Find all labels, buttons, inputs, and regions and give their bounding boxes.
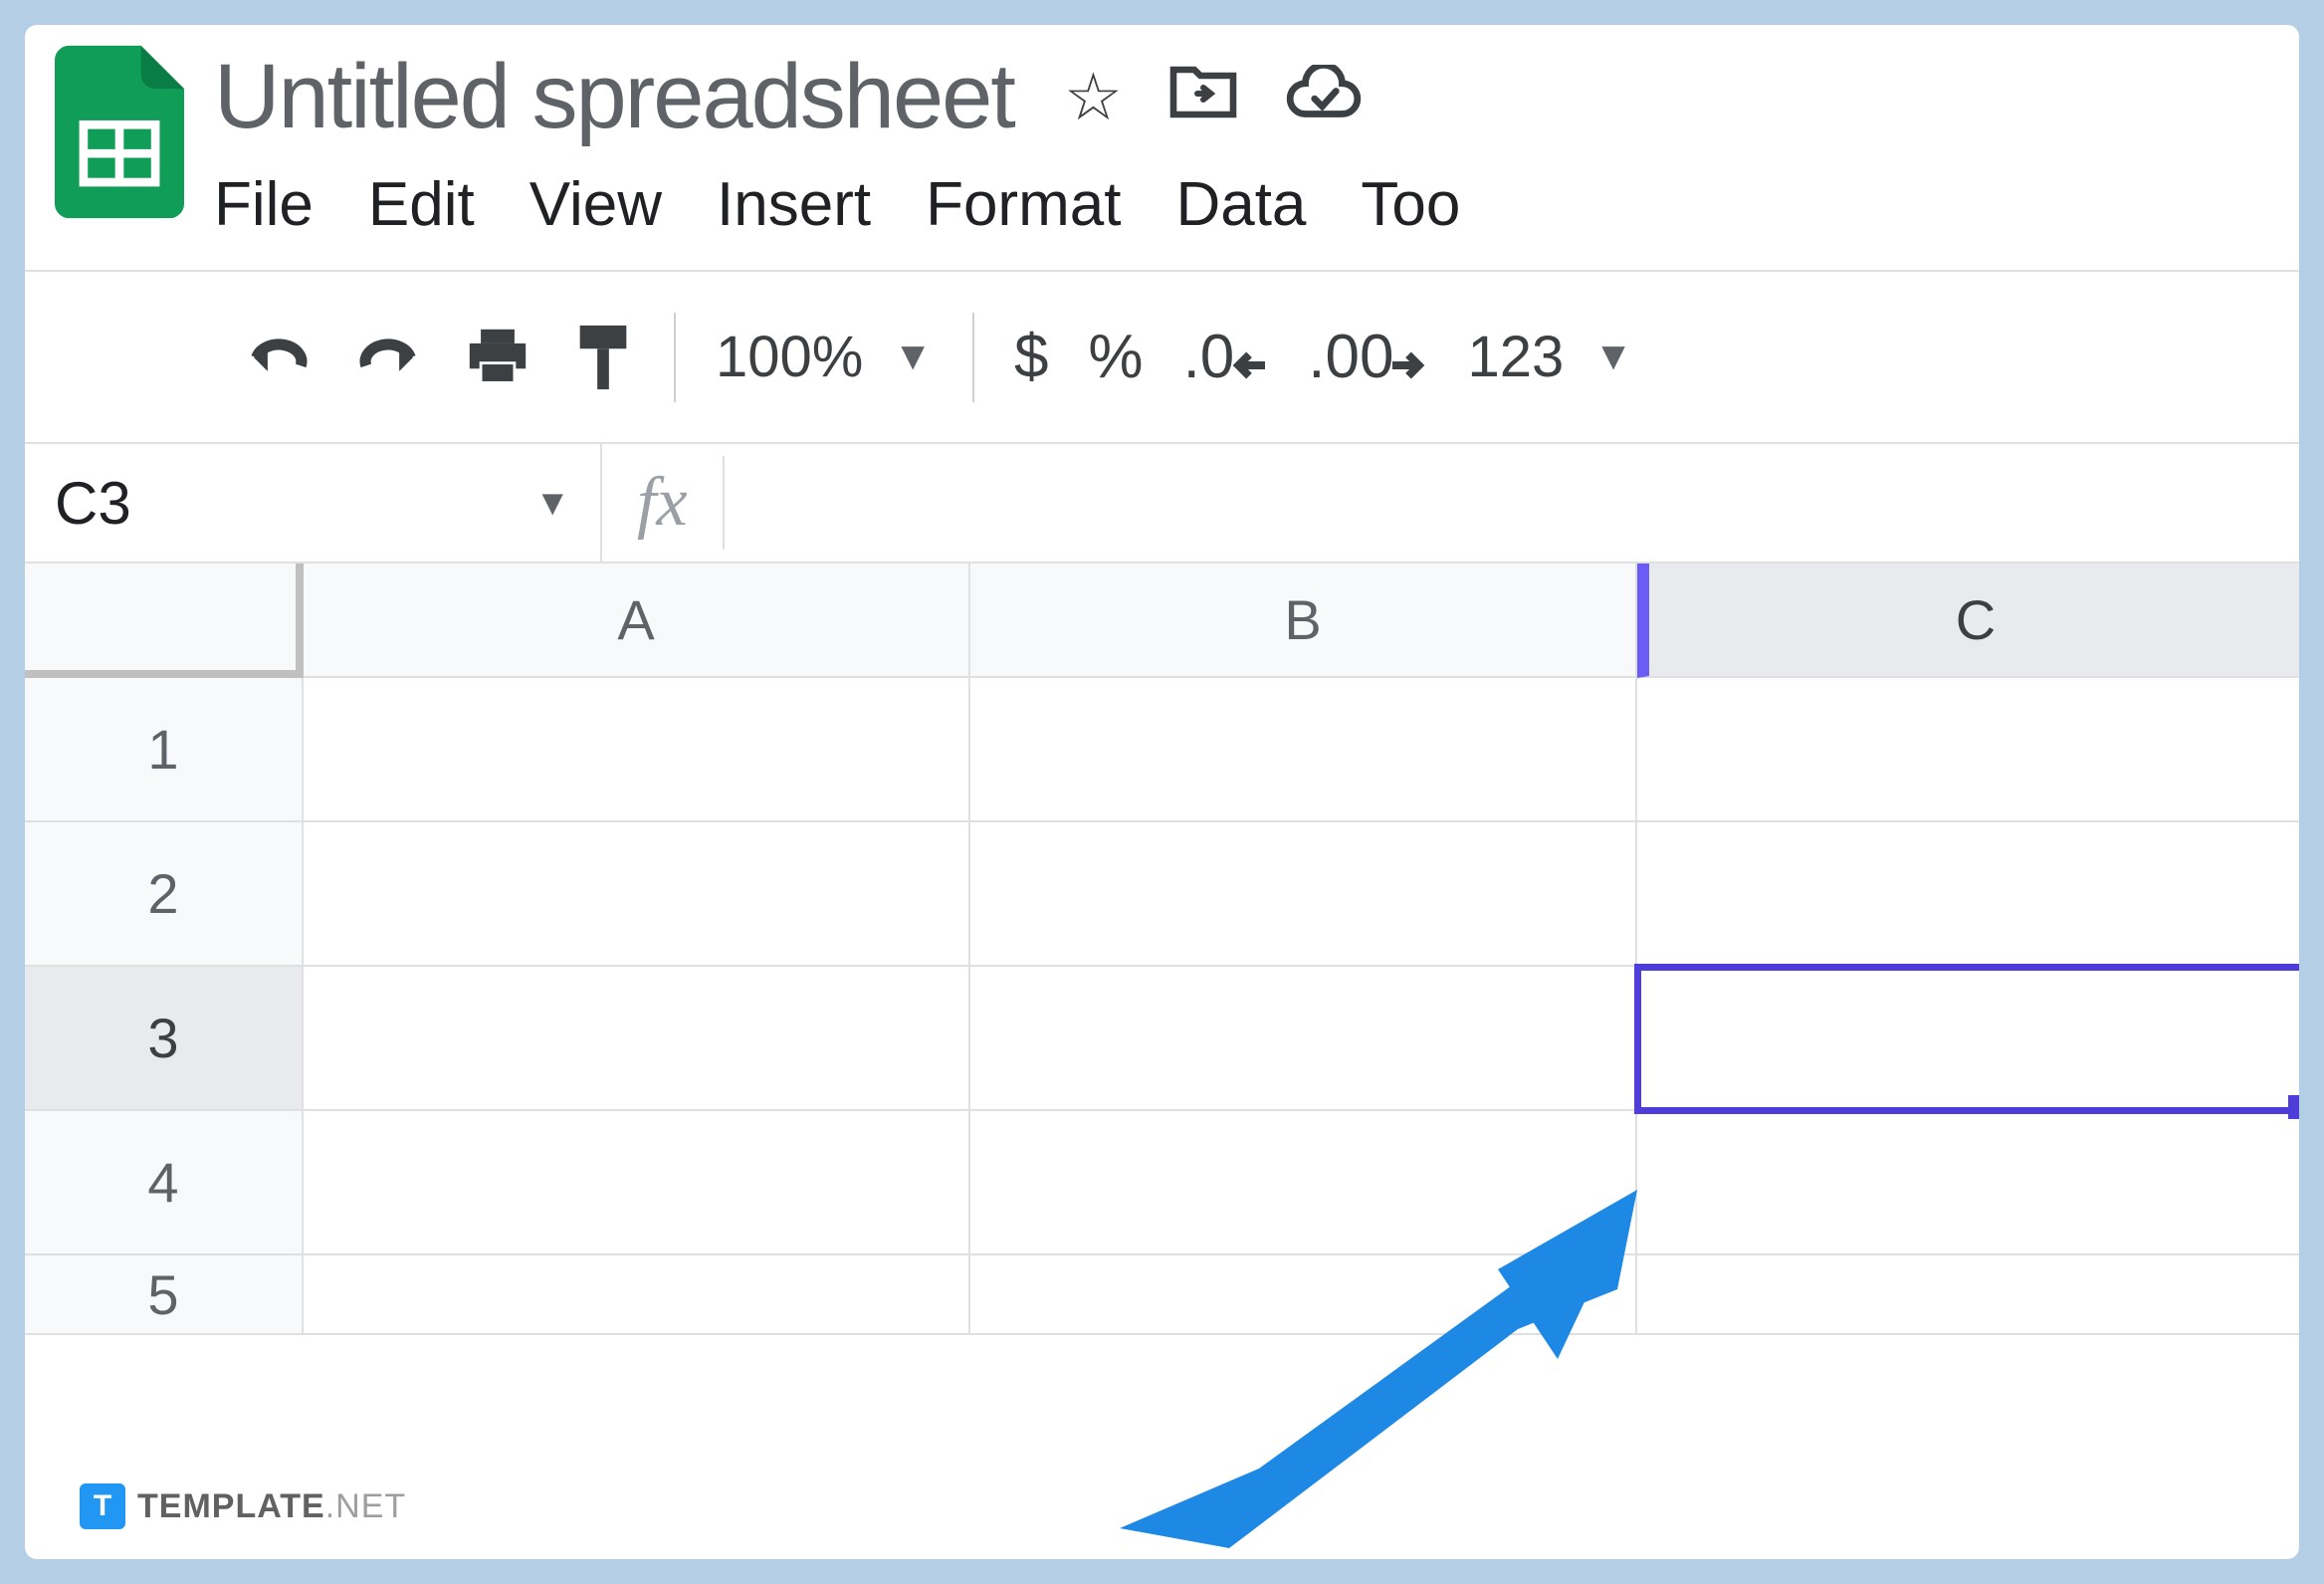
toolbar-divider	[972, 313, 974, 402]
cell-c5[interactable]	[1637, 1255, 2299, 1335]
row-header-1[interactable]: 1	[25, 678, 304, 822]
menu-view[interactable]: View	[529, 169, 662, 240]
cell-a4[interactable]	[304, 1111, 970, 1255]
header: Untitled spreadsheet ☆	[25, 25, 2299, 240]
spreadsheet-grid: A B C 1 2 3 4 5	[25, 564, 2299, 1335]
name-box[interactable]: C3 ▼	[25, 444, 602, 562]
decrease-decimal-button[interactable]: .0	[1183, 322, 1269, 392]
toolbar: 100% ▼ $ % .0 .00 123 ▼	[25, 270, 2299, 444]
menu-tools[interactable]: Too	[1361, 169, 1460, 240]
paint-format-icon[interactable]	[572, 323, 634, 392]
column-header-c[interactable]: C	[1637, 564, 2299, 678]
row-header-3[interactable]: 3	[25, 967, 304, 1111]
zoom-dropdown[interactable]: 100% ▼	[716, 324, 933, 390]
fx-icon: fx	[602, 456, 725, 550]
cell-a3[interactable]	[304, 967, 970, 1111]
cell-c1[interactable]	[1637, 678, 2299, 822]
menu-edit[interactable]: Edit	[368, 169, 475, 240]
undo-icon[interactable]	[244, 333, 314, 382]
watermark: T TEMPLATE.NET	[80, 1483, 406, 1529]
watermark-text: TEMPLATE.NET	[137, 1487, 406, 1526]
cloud-status-icon[interactable]	[1284, 60, 1364, 135]
toolbar-divider	[674, 313, 676, 402]
percent-format-button[interactable]: %	[1088, 322, 1143, 392]
row-header-5[interactable]: 5	[25, 1255, 304, 1335]
zoom-value: 100%	[716, 324, 863, 390]
redo-icon[interactable]	[353, 333, 423, 382]
number-format-dropdown[interactable]: 123 ▼	[1467, 324, 1632, 390]
cell-b1[interactable]	[970, 678, 1637, 822]
row-header-2[interactable]: 2	[25, 822, 304, 967]
move-folder-icon[interactable]	[1167, 60, 1239, 135]
menu-file[interactable]: File	[214, 169, 314, 240]
column-header-a[interactable]: A	[304, 564, 970, 678]
app-window: Untitled spreadsheet ☆	[25, 25, 2299, 1559]
cell-a2[interactable]	[304, 822, 970, 967]
caret-down-icon: ▼	[534, 482, 570, 524]
star-icon[interactable]: ☆	[1064, 59, 1123, 135]
cell-b3[interactable]	[970, 967, 1637, 1111]
title-icons: ☆	[1064, 59, 1364, 135]
formula-bar: C3 ▼ fx	[25, 444, 2299, 564]
caret-down-icon: ▼	[1593, 335, 1633, 379]
print-icon[interactable]	[463, 327, 532, 388]
menu-insert[interactable]: Insert	[717, 169, 871, 240]
increase-decimal-button[interactable]: .00	[1308, 322, 1427, 392]
cell-b2[interactable]	[970, 822, 1637, 967]
cell-c4[interactable]	[1637, 1111, 2299, 1255]
formula-input[interactable]	[725, 444, 2299, 562]
row-header-4[interactable]: 4	[25, 1111, 304, 1255]
select-all-corner[interactable]	[25, 564, 304, 678]
watermark-badge-icon: T	[80, 1483, 125, 1529]
title-row: Untitled spreadsheet ☆	[214, 45, 2269, 149]
cell-b4[interactable]	[970, 1111, 1637, 1255]
cell-c3[interactable]	[1637, 967, 2299, 1111]
currency-format-button[interactable]: $	[1014, 322, 1048, 392]
name-box-value: C3	[55, 469, 131, 538]
caret-down-icon: ▼	[893, 335, 933, 379]
sheets-logo-icon[interactable]	[55, 45, 184, 219]
menu-format[interactable]: Format	[926, 169, 1121, 240]
menu-bar: File Edit View Insert Format Data Too	[214, 169, 2269, 240]
menu-data[interactable]: Data	[1175, 169, 1306, 240]
cell-c2[interactable]	[1637, 822, 2299, 967]
cell-a5[interactable]	[304, 1255, 970, 1335]
cell-b5[interactable]	[970, 1255, 1637, 1335]
header-content: Untitled spreadsheet ☆	[214, 45, 2269, 240]
column-header-b[interactable]: B	[970, 564, 1637, 678]
document-title[interactable]: Untitled spreadsheet	[214, 45, 1014, 149]
cell-a1[interactable]	[304, 678, 970, 822]
